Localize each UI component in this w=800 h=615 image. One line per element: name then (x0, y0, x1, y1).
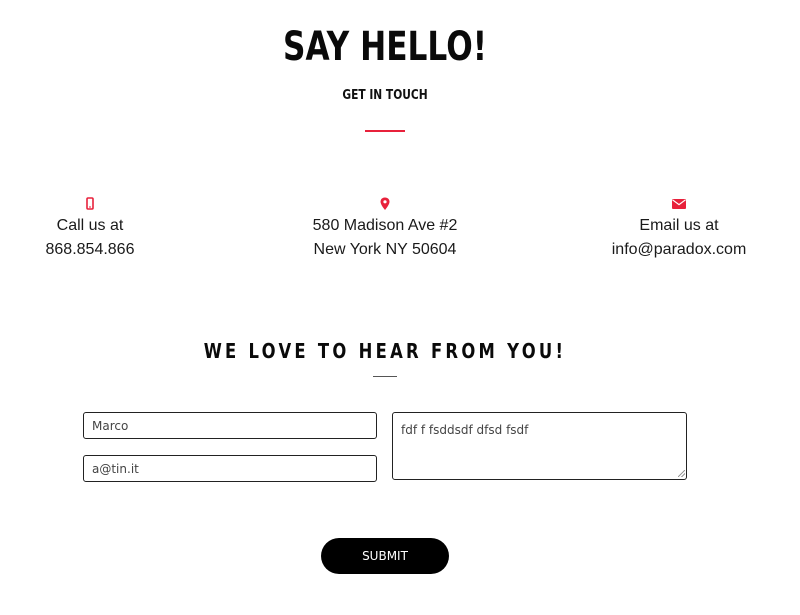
contact-address: 580 Madison Ave #2 New York NY 50604 (295, 196, 475, 262)
contact-phone: Call us at 868.854.866 (20, 196, 160, 262)
submit-button[interactable]: SUBMIT (321, 538, 449, 574)
form-heading: WE LOVE TO HEAR FROM YOU! (203, 339, 567, 363)
mobile-phone-icon (20, 196, 160, 212)
map-pin-icon (295, 196, 475, 212)
envelope-icon (589, 196, 769, 212)
contact-phone-label: Call us at (56, 217, 124, 234)
contact-address-street: 580 Madison Ave #2 (312, 217, 458, 234)
contact-email: Email us at info@paradox.com (589, 196, 769, 262)
name-input[interactable] (83, 412, 377, 439)
email-input[interactable] (83, 455, 377, 482)
contact-phone-number[interactable]: 868.854.866 (20, 238, 160, 262)
resize-handle-icon[interactable] (678, 470, 685, 477)
contact-address-city: New York NY 50604 (313, 241, 457, 258)
form-heading-divider (373, 376, 397, 377)
page-subtitle: GET IN TOUCH (342, 88, 428, 103)
contact-email-address[interactable]: info@paradox.com (589, 238, 769, 262)
message-textarea[interactable]: fdf f fsddsdf dfsd fsdf (392, 412, 687, 480)
title-divider (365, 130, 405, 132)
page-title: SAY HELLO! (283, 24, 487, 70)
contact-email-label: Email us at (639, 217, 719, 234)
